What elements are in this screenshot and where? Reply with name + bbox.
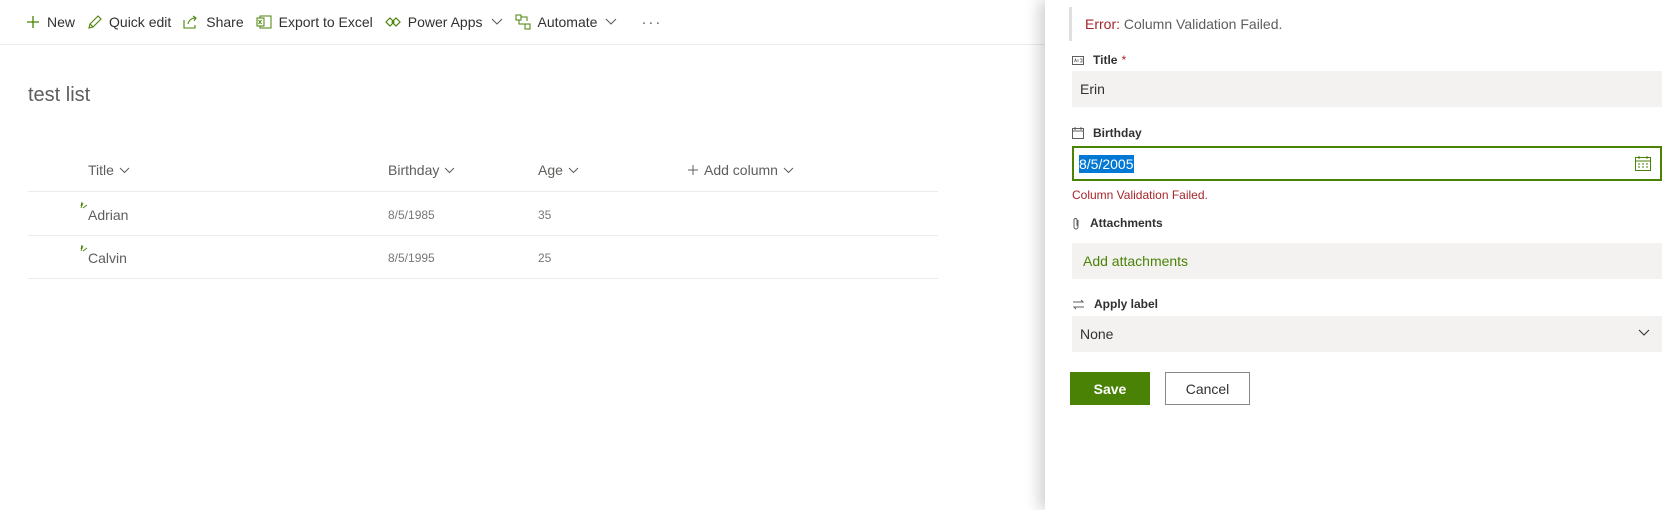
quick-edit-label: Quick edit [109, 14, 172, 30]
command-bar: New Quick edit Share Export to Excel Pow… [0, 0, 1045, 45]
chevron-down-icon [119, 167, 130, 173]
share-label: Share [206, 14, 244, 30]
automate-icon [515, 14, 530, 30]
more-icon: ··· [641, 13, 663, 31]
chevron-down-icon [783, 167, 794, 173]
row-title[interactable]: Calvin [88, 250, 127, 266]
title-field-label: Title * [1072, 53, 1126, 67]
list-row[interactable]: Adrian 8/5/1985 35 [28, 193, 938, 236]
row-birthday: 8/5/1985 [388, 208, 435, 222]
chevron-down-icon [1638, 329, 1650, 336]
title-input-value: Erin [1080, 81, 1105, 97]
row-age: 25 [538, 251, 552, 265]
apply-label-value: None [1080, 326, 1114, 342]
swap-arrows-icon [1072, 299, 1085, 309]
calendar-picker-icon[interactable] [1635, 156, 1651, 171]
paperclip-icon [1073, 217, 1079, 229]
apply-label-text: Apply label [1094, 297, 1159, 311]
birthday-validation-message: Column Validation Failed. [1072, 188, 1208, 202]
new-item-icon [80, 244, 88, 252]
chevron-down-icon [445, 167, 455, 173]
share-icon [183, 15, 198, 29]
add-attachments-button[interactable]: Add attachments [1072, 243, 1662, 279]
plus-icon [688, 165, 698, 175]
required-marker: * [1121, 53, 1127, 67]
automate-button[interactable]: Automate [515, 7, 625, 37]
export-label: Export to Excel [278, 14, 373, 30]
attachments-label-text: Attachments [1090, 216, 1163, 230]
row-birthday: 8/5/1995 [388, 251, 435, 265]
birthday-label-text: Birthday [1093, 126, 1142, 140]
error-banner: Error: Column Validation Failed. [1069, 7, 1659, 41]
add-column-label: Add column [704, 162, 778, 178]
excel-icon [256, 15, 272, 29]
pencil-icon [88, 14, 102, 29]
title-input[interactable]: Erin [1072, 71, 1662, 107]
add-column-button[interactable]: Add column [688, 162, 794, 178]
error-label: Error: [1085, 16, 1120, 32]
power-apps-label: Power Apps [407, 14, 483, 30]
chevron-down-icon [568, 167, 579, 173]
edit-item-panel: Error: Column Validation Failed. Title *… [1045, 0, 1676, 510]
birthday-field-label: Birthday [1072, 126, 1142, 140]
birthday-input[interactable]: 8/5/2005 [1072, 146, 1662, 181]
list-row[interactable]: Calvin 8/5/1995 25 [28, 236, 938, 279]
title-label-text: Title [1093, 53, 1118, 67]
row-age: 35 [538, 208, 552, 222]
plus-icon [27, 16, 39, 28]
row-title[interactable]: Adrian [88, 207, 128, 223]
automate-label: Automate [537, 14, 598, 30]
attachments-field-label: Attachments [1072, 216, 1163, 230]
new-button[interactable]: New [26, 7, 82, 37]
power-apps-icon [384, 17, 401, 27]
save-button[interactable]: Save [1070, 372, 1150, 405]
list-header: Title Birthday Age Add column [28, 150, 938, 192]
column-header-age[interactable]: Age [538, 162, 579, 178]
error-message: Column Validation Failed. [1120, 16, 1283, 32]
save-label: Save [1093, 380, 1127, 397]
chevron-down-icon [606, 18, 617, 25]
add-attachments-label: Add attachments [1083, 253, 1189, 269]
new-item-icon [80, 201, 88, 209]
chevron-down-icon [491, 18, 502, 25]
apply-label-field-label: Apply label [1072, 297, 1158, 311]
column-title-label: Title [88, 162, 114, 178]
column-age-label: Age [538, 162, 563, 178]
text-field-icon [1072, 55, 1084, 65]
list-title: test list [28, 84, 91, 106]
quick-edit-button[interactable]: Quick edit [87, 7, 178, 37]
new-label: New [47, 14, 76, 30]
export-to-excel-button[interactable]: Export to Excel [256, 7, 380, 37]
cancel-button[interactable]: Cancel [1165, 372, 1250, 405]
calendar-icon [1072, 127, 1084, 139]
column-birthday-label: Birthday [388, 162, 440, 178]
power-apps-button[interactable]: Power Apps [384, 7, 510, 37]
column-header-title[interactable]: Title [88, 162, 130, 178]
birthday-input-value: 8/5/2005 [1079, 154, 1134, 173]
cancel-label: Cancel [1185, 380, 1230, 397]
share-button[interactable]: Share [183, 7, 250, 37]
apply-label-dropdown[interactable]: None [1072, 316, 1662, 352]
column-header-birthday[interactable]: Birthday [388, 162, 455, 178]
more-options-button[interactable]: ··· [641, 7, 669, 37]
